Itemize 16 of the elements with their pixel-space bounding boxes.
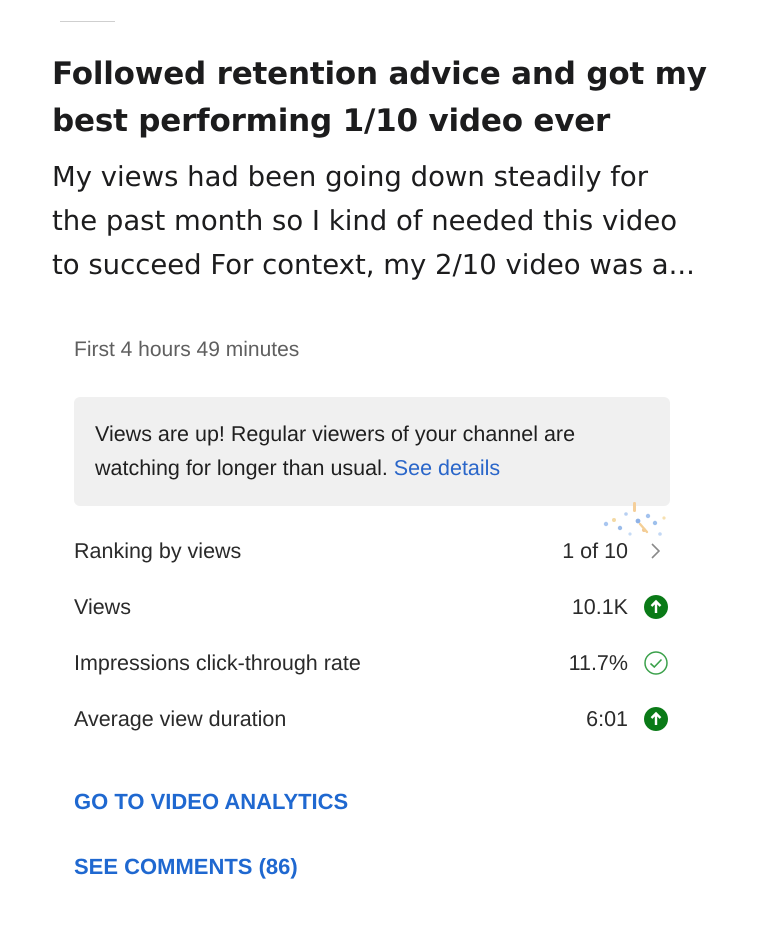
- metric-label: Average view duration: [74, 706, 288, 732]
- metric-label: Impressions click-through rate: [74, 650, 362, 676]
- metric-value: 1 of 10: [562, 538, 628, 564]
- see-details-link[interactable]: See details: [394, 456, 500, 480]
- action-link[interactable]: SEE COMMENTS (86): [74, 853, 298, 881]
- metric-value: 10.1K: [572, 594, 628, 620]
- post-body: My views had been going down steadily for the past month so I kind of needed this video to succeed For context, my 2/10 video was a...: [52, 160, 696, 283]
- action-link[interactable]: GO TO VIDEO ANALYTICS: [74, 788, 348, 816]
- period-label: First 4 hours 49 minutes: [74, 337, 300, 363]
- metric-value: 11.7%: [568, 650, 628, 676]
- metric-label: Ranking by views: [74, 538, 242, 564]
- insight-text: Views are up! Regular viewers of your channel are watching for longer than usual. See details: [95, 421, 576, 482]
- post-title: Followed retention advice and got my best performing 1/10 video ever: [52, 55, 708, 141]
- metric-label: Views: [74, 594, 132, 620]
- metric-value: 6:01: [586, 706, 628, 732]
- chevron-right-icon[interactable]: [651, 543, 660, 559]
